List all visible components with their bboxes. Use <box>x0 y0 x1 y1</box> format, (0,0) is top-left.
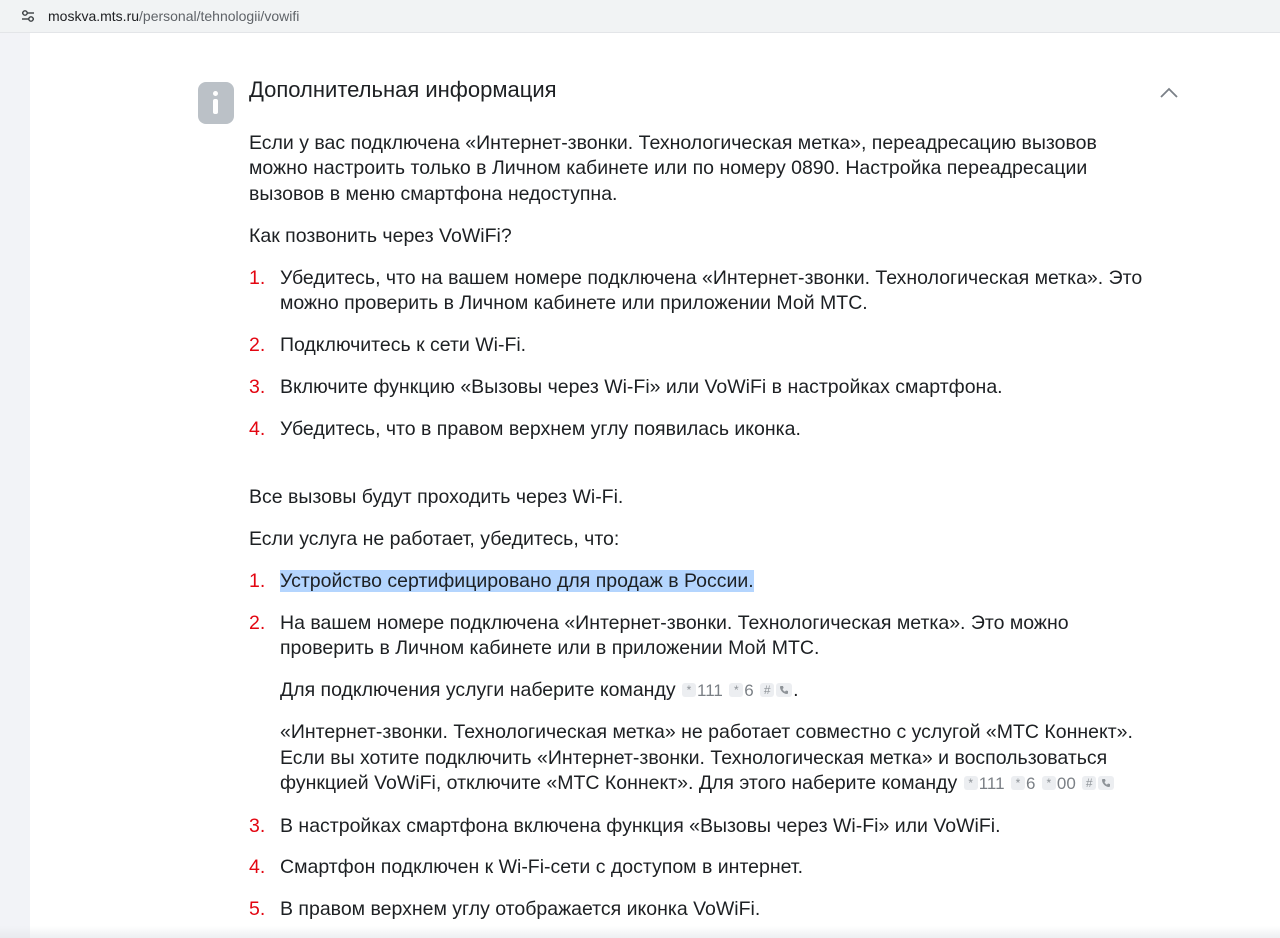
code-digits: 6 <box>1025 774 1036 793</box>
step-text: Подключитесь к сети Wi-Fi. <box>280 334 527 356</box>
konnekt-line: «Интернет-звонки. Технологическая метка»… <box>280 721 1133 743</box>
chevron-up-icon[interactable] <box>1158 84 1180 102</box>
check-text: На вашем номере подключена «Интернет-зво… <box>280 612 1069 634</box>
check-text: В настройках смартфона включена функция … <box>280 815 1001 837</box>
check-text: В правом верхнем углу отображается иконк… <box>280 898 761 920</box>
list-number: 1. <box>249 570 266 592</box>
code-digits: 00 <box>1056 774 1076 793</box>
code-digits: 111 <box>697 681 723 700</box>
intro-line: вызовов в меню смартфона недоступна. <box>249 183 618 205</box>
url-path: /personal/tehnologii/vowifi <box>139 8 300 24</box>
tune-icon[interactable] <box>20 8 36 24</box>
hash-key: # <box>760 683 775 697</box>
phone-icon <box>1098 776 1115 790</box>
step-text: можно проверить в Личном кабинете или пр… <box>280 292 868 314</box>
url-host: moskva.mts.ru <box>48 8 140 24</box>
list-number: 2. <box>249 612 266 634</box>
step-text: Убедитесь, что на вашем номере подключен… <box>280 267 1143 289</box>
intro-line: Если у вас подключена «Интернет-звонки. … <box>249 132 1097 154</box>
list-number: 3. <box>249 376 266 398</box>
code-digits: 111 <box>978 774 1005 793</box>
bottom-shadow <box>0 926 1280 938</box>
list-number: 5. <box>249 898 266 920</box>
list-number: 2. <box>249 334 266 356</box>
url-field[interactable]: moskva.mts.ru/personal/tehnologii/vowifi <box>48 7 299 25</box>
connect-instruction: Для подключения услуги наберите команду … <box>280 679 799 701</box>
konnekt-line: Если вы хотите подключить «Интернет-звон… <box>280 747 1108 769</box>
check-text-selected: Устройство сертифицировано для продаж в … <box>280 570 754 592</box>
browser-address-bar: moskva.mts.ru/personal/tehnologii/vowifi <box>0 0 1280 33</box>
list-number: 1. <box>249 267 266 289</box>
how-to-call-heading: Как позвонить через VoWiFi? <box>249 225 512 247</box>
section-title[interactable]: Дополнительная информация <box>249 76 557 104</box>
star-key: * <box>963 776 978 790</box>
info-icon <box>198 82 234 124</box>
intro-line: можно настроить только в Личном кабинете… <box>249 157 1088 179</box>
star-key: * <box>1010 776 1025 790</box>
check-text: Смартфон подключен к Wi-Fi-сети с доступ… <box>280 856 803 878</box>
step-text: Убедитесь, что в правом верхнем углу поя… <box>280 418 801 440</box>
code-digits: 6 <box>744 681 754 700</box>
star-key: * <box>1041 776 1056 790</box>
list-number: 4. <box>249 856 266 878</box>
star-key: * <box>682 683 697 697</box>
phone-icon <box>776 683 793 697</box>
if-not-working-text: Если услуга не работает, убедитесь, что: <box>249 528 620 550</box>
list-number: 4. <box>249 418 266 440</box>
star-key: * <box>729 683 744 697</box>
konnekt-line: функцией VoWiFi, отключите «МТС Коннект»… <box>280 771 1115 797</box>
all-calls-text: Все вызовы будут проходить через Wi-Fi. <box>249 486 624 508</box>
list-number: 3. <box>249 815 266 837</box>
step-text: Включите функцию «Вызовы через Wi-Fi» ил… <box>280 376 1003 398</box>
hash-key: # <box>1082 776 1097 790</box>
left-gutter <box>0 33 30 938</box>
check-text: проверить в Личном кабинете или в прилож… <box>280 637 820 659</box>
